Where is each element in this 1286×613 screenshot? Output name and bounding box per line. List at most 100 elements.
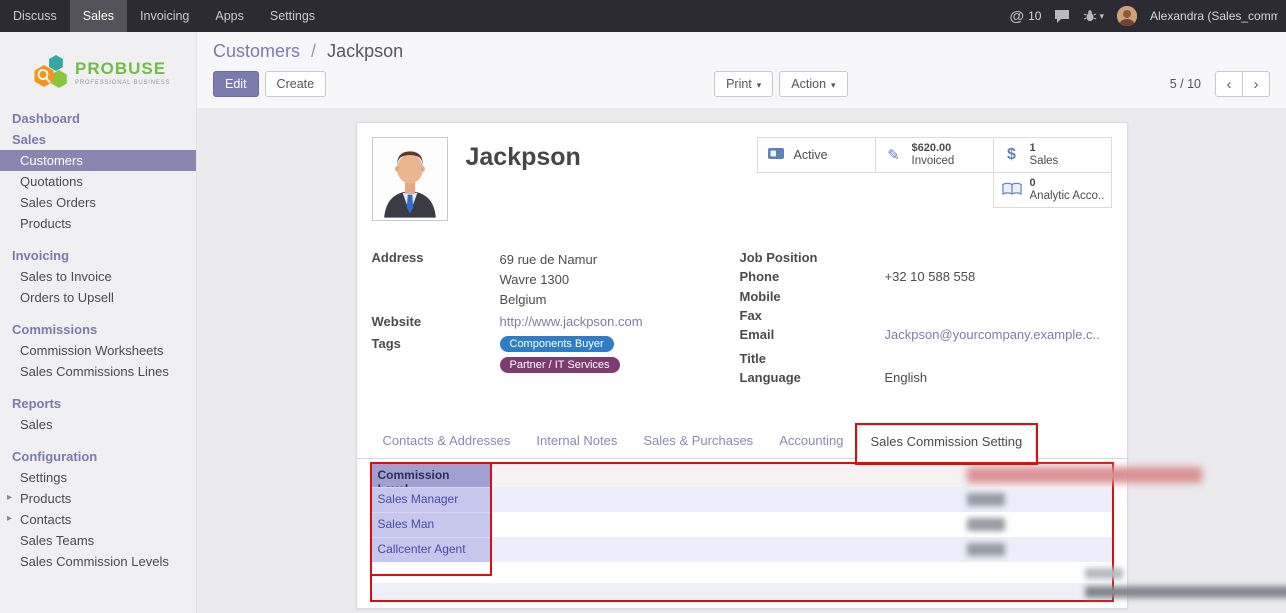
notebook-tabs: Contacts & Addresses Internal Notes Sale…: [357, 425, 1127, 459]
language-value: English: [885, 370, 928, 386]
pager-counter: 5 / 10: [1170, 77, 1201, 91]
sidebar-item-dashboard[interactable]: Dashboard: [0, 108, 196, 129]
menu-sales[interactable]: Sales: [70, 0, 127, 32]
analytic-accounts-stat-button[interactable]: 0 Analytic Acco...: [993, 172, 1112, 208]
pager-next-button[interactable]: ›: [1242, 71, 1270, 97]
email-label: Email: [740, 327, 885, 343]
menu-invoicing[interactable]: Invoicing: [127, 0, 202, 32]
sidebar-item-commission-worksheets[interactable]: Commission Worksheets: [0, 340, 196, 361]
breadcrumb-customers-link[interactable]: Customers: [213, 41, 300, 61]
stat-button-box: Active $620.00 Invoiced 1: [758, 137, 1112, 207]
active-toggle-button[interactable]: Active: [757, 137, 876, 173]
commission-level-cell[interactable]: Sales Man: [372, 512, 490, 537]
tag-components-buyer: Components Buyer: [500, 336, 614, 352]
tab-accounting[interactable]: Accounting: [766, 425, 856, 458]
mobile-label: Mobile: [740, 289, 885, 305]
sidebar-item-customers[interactable]: Customers: [0, 150, 196, 171]
sidebar-item-products[interactable]: Products: [0, 213, 196, 234]
tag-partner-it-services: Partner / IT Services: [500, 357, 620, 373]
table-row-sales-man[interactable]: Sales Man: [372, 512, 1112, 537]
action-dropdown-button[interactable]: Action: [779, 71, 847, 97]
at-mention-icon: @: [1009, 8, 1024, 25]
form-view-content: Jackpson Active $620.00 In: [197, 108, 1286, 609]
caret-down-icon: [757, 77, 762, 91]
create-button[interactable]: Create: [265, 71, 327, 97]
table-empty-row: [372, 562, 1112, 583]
user-avatar[interactable]: [1117, 6, 1137, 26]
active-toggle-icon: [765, 146, 787, 164]
app-window: Discuss Sales Invoicing Apps Settings @ …: [0, 0, 1286, 613]
breadcrumb: Customers / Jackpson: [213, 41, 1270, 62]
edit-button[interactable]: Edit: [213, 71, 259, 97]
sidebar-section-sales: Sales Customers Quotations Sales Orders …: [0, 129, 196, 234]
commission-level-column-header[interactable]: Commission Level: [372, 464, 490, 487]
debug-bug-icon[interactable]: ▾: [1083, 9, 1104, 23]
menu-apps[interactable]: Apps: [202, 0, 257, 32]
redacted-cell-content: [967, 543, 1005, 556]
table-footer-row: [372, 583, 1112, 600]
redacted-cell-content: [967, 518, 1005, 531]
tags-label: Tags: [372, 336, 500, 378]
commission-level-cell[interactable]: Callcenter Agent: [372, 537, 490, 562]
language-label: Language: [740, 370, 885, 386]
dollar-icon: [1001, 147, 1023, 163]
tags-value: Components Buyer Partner / IT Services: [500, 336, 620, 378]
commission-level-cell[interactable]: Sales Manager: [372, 487, 490, 512]
sidebar-item-sales-orders[interactable]: Sales Orders: [0, 192, 196, 213]
main-area: Customers / Jackpson Edit Create Print A…: [197, 32, 1286, 613]
customer-photo[interactable]: [372, 137, 448, 221]
caret-down-icon: ▾: [1099, 11, 1104, 22]
sidebar-item-reports-sales[interactable]: Sales: [0, 414, 196, 435]
sidebar-item-orders-to-upsell[interactable]: Orders to Upsell: [0, 287, 196, 308]
sidebar-item-sales-commissions-lines[interactable]: Sales Commissions Lines: [0, 361, 196, 382]
sidebar-item-quotations[interactable]: Quotations: [0, 171, 196, 192]
pencil-icon: [883, 148, 905, 163]
top-menu-bar: Discuss Sales Invoicing Apps Settings @ …: [0, 0, 1286, 32]
sidebar-section-sales-title[interactable]: Sales: [0, 129, 196, 150]
menu-settings[interactable]: Settings: [257, 0, 328, 32]
table-row-sales-manager[interactable]: Sales Manager: [372, 487, 1112, 512]
logo-subtitle: PROFESSIONAL BUSINESS: [75, 80, 170, 86]
sidebar-item-sales-commission-levels[interactable]: Sales Commission Levels: [0, 551, 196, 572]
businessman-avatar-image: [375, 140, 445, 218]
email-link[interactable]: Jackpson@yourcompany.example.c..: [885, 327, 1100, 343]
sidebar-item-sales-teams[interactable]: Sales Teams: [0, 530, 196, 551]
sidebar-section-invoicing-title[interactable]: Invoicing: [0, 245, 196, 266]
tab-sales-commission-setting[interactable]: Sales Commission Setting: [857, 425, 1037, 459]
sidebar-item-settings[interactable]: Settings: [0, 467, 196, 488]
table-row-callcenter-agent[interactable]: Callcenter Agent: [372, 537, 1112, 562]
customer-form-sheet: Jackpson Active $620.00 In: [356, 122, 1128, 609]
print-dropdown-button[interactable]: Print: [714, 71, 773, 97]
sidebar-item-sales-to-invoice[interactable]: Sales to Invoice: [0, 266, 196, 287]
tab-sales-purchases[interactable]: Sales & Purchases: [630, 425, 766, 458]
redacted-cell-content: [1085, 568, 1123, 579]
sidebar-item-config-products[interactable]: Products: [0, 488, 196, 509]
invoiced-stat-button[interactable]: $620.00 Invoiced: [875, 137, 994, 173]
table-header-row: Commission Level: [372, 464, 1112, 487]
sales-stat-button[interactable]: 1 Sales: [993, 137, 1112, 173]
tab-contacts-addresses[interactable]: Contacts & Addresses: [370, 425, 524, 458]
sidebar-item-config-contacts[interactable]: Contacts: [0, 509, 196, 530]
sidebar-section-commissions-title[interactable]: Commissions: [0, 319, 196, 340]
chat-bubble-icon[interactable]: [1054, 9, 1070, 24]
control-panel: Customers / Jackpson Edit Create Print A…: [197, 32, 1286, 108]
sidebar-section-reports: Reports Sales: [0, 393, 196, 435]
menu-discuss[interactable]: Discuss: [0, 0, 70, 32]
redacted-footer-content: [1085, 586, 1286, 598]
mention-count-badge: 10: [1028, 9, 1041, 23]
sidebar-section-configuration-title[interactable]: Configuration: [0, 446, 196, 467]
fax-label: Fax: [740, 308, 885, 324]
book-icon: [1001, 182, 1023, 199]
breadcrumb-separator: /: [311, 41, 316, 61]
annotation-box-commission-table: Commission Level Sales Manager: [370, 462, 1114, 602]
mentions-button[interactable]: @ 10: [1009, 8, 1041, 25]
sidebar-section-invoicing: Invoicing Sales to Invoice Orders to Ups…: [0, 245, 196, 308]
sidebar-section-reports-title[interactable]: Reports: [0, 393, 196, 414]
redacted-cell-content: [967, 493, 1005, 506]
breadcrumb-current-record: Jackpson: [327, 41, 403, 61]
website-link[interactable]: http://www.jackpson.com: [500, 314, 643, 330]
tab-internal-notes[interactable]: Internal Notes: [523, 425, 630, 458]
job-position-label: Job Position: [740, 250, 885, 266]
pager-previous-button[interactable]: ‹: [1215, 71, 1243, 97]
user-menu[interactable]: Alexandra (Sales_comm..: [1150, 9, 1278, 23]
